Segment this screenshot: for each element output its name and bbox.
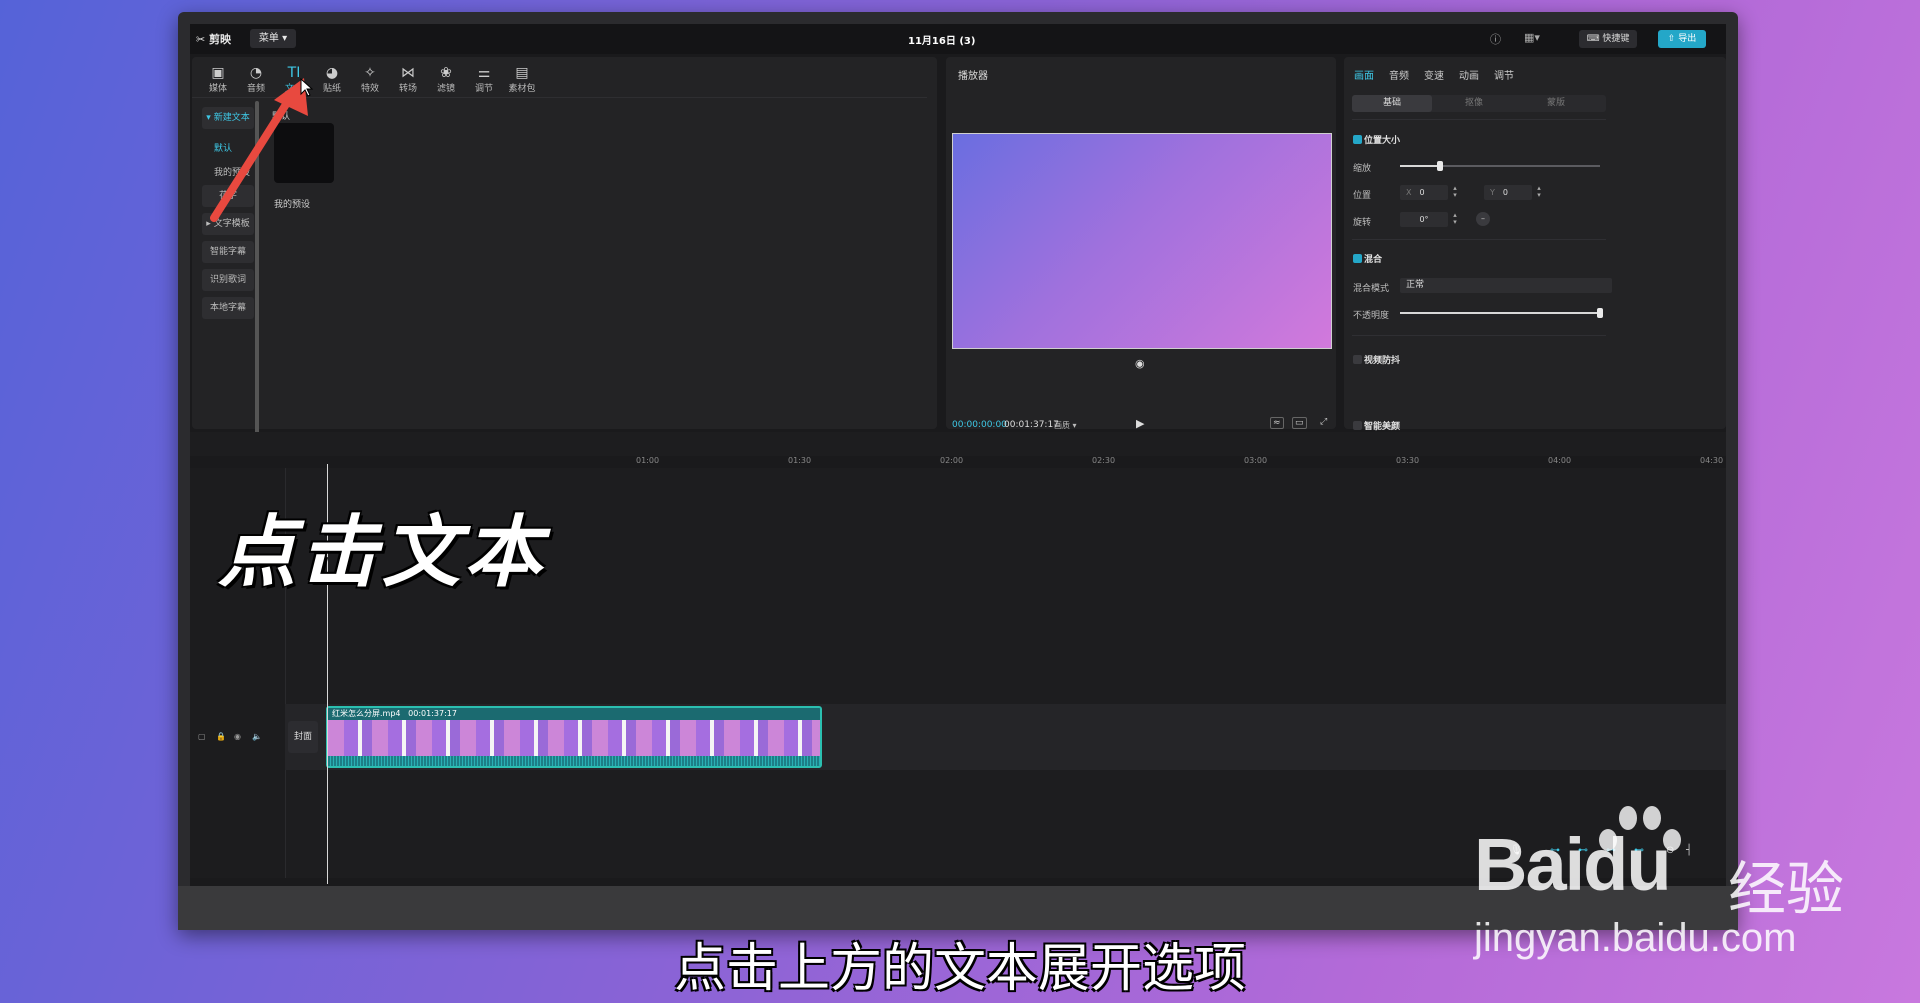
asset-pack-icon: ▤	[515, 65, 529, 81]
clip-header: 红米怎么分屏.mp4 00:01:37:17	[328, 708, 820, 720]
watermark-logo: Baidu	[1474, 823, 1672, 906]
position-y-stepper[interactable]: ▴ ▾	[1534, 185, 1544, 200]
inspector-divider	[1352, 119, 1606, 120]
inspector-tab[interactable]: 画面	[1354, 67, 1374, 82]
ruler-tick-label: 04:00	[1548, 456, 1572, 465]
blend-mode-label: 混合模式	[1353, 284, 1390, 294]
app-logo: ✂ 剪映	[196, 33, 232, 46]
tool-label: 特效	[360, 84, 379, 94]
opacity-slider-fill	[1400, 312, 1600, 314]
reset-icon[interactable]: ◉	[1135, 357, 1145, 370]
export-button[interactable]: ⇧ 导出	[1658, 30, 1706, 48]
overlay-title: 点击文本	[218, 508, 547, 598]
tool-label: 贴纸	[322, 84, 341, 94]
opacity-slider-knob[interactable]	[1597, 308, 1603, 318]
sidebar-lyrics[interactable]: 识别歌词	[202, 269, 254, 291]
opacity-label: 不透明度	[1353, 311, 1390, 321]
tool-asset-pack[interactable]: ▤ 素材包	[500, 65, 544, 94]
segment-tab[interactable]: 蒙版	[1516, 95, 1596, 112]
ruler-tick-label: 01:00	[636, 456, 660, 465]
inspector-tab[interactable]: 动画	[1459, 67, 1479, 82]
menu-button[interactable]: 菜单 ▾	[250, 29, 296, 48]
clip-frames	[328, 720, 820, 756]
tool-label: 调节	[474, 84, 493, 94]
ruler-tick-label: 01:30	[788, 456, 812, 465]
rotate-stepper[interactable]: ▴ ▾	[1450, 212, 1460, 227]
clip-waveform	[328, 756, 820, 766]
blend-mode-select[interactable]: 正常	[1400, 278, 1612, 293]
watermark-url: jingyan.baidu.com	[1474, 916, 1797, 960]
inspector-divider-2	[1352, 239, 1606, 240]
position-size-label: 位置大小	[1364, 136, 1401, 146]
layout-icon[interactable]: ▦▾	[1524, 31, 1540, 44]
ruler-tick-label: 02:00	[940, 456, 964, 465]
video-clip[interactable]: 红米怎么分屏.mp4 00:01:37:17	[326, 706, 822, 768]
stabilize-checkbox[interactable]	[1353, 355, 1362, 364]
blend-label: 混合	[1364, 255, 1383, 265]
fullscreen-icon[interactable]: ⤢	[1318, 417, 1329, 427]
ruler-tick-label: 03:00	[1244, 456, 1268, 465]
player-panel: 播放器 ◉ 00:00:00:00 00:01:37:17 画质 ▾ ▶ ≈ ▭…	[946, 57, 1336, 431]
stabilize-label: 视频防抖	[1364, 356, 1401, 366]
position-x-field[interactable]: X0	[1400, 185, 1448, 200]
position-size-checkbox[interactable]	[1353, 135, 1362, 144]
segment-tab[interactable]: 抠像	[1434, 95, 1514, 112]
video-preview[interactable]	[952, 133, 1332, 349]
help-icon[interactable]: ⓘ	[1490, 31, 1501, 47]
blend-checkbox[interactable]	[1353, 254, 1362, 263]
ruler-tick-label: 02:30	[1092, 456, 1116, 465]
tool-label: 素材包	[508, 84, 536, 94]
editor-window: ✂ 剪映 菜单 ▾ 11月16日 (3) ⓘ ▦▾ ⌨ 快捷键 ⇧ 导出 ▣ 媒体…	[190, 24, 1726, 886]
watermark-jingyan: 经验	[1728, 855, 1845, 923]
position-y-field[interactable]: Y0	[1484, 185, 1532, 200]
timeline-toolbar: ⬉ 🎙 ⊶ ⊷ ⊶ ⊷ ⊖ ┤	[190, 432, 1726, 856]
beautify-label: 智能美颜	[1364, 422, 1401, 432]
shortcut-button[interactable]: ⌨ 快捷键	[1579, 30, 1637, 48]
position-label: 位置	[1353, 191, 1372, 201]
beautify-checkbox[interactable]	[1353, 421, 1362, 430]
ruler-tick-label: 04:30	[1700, 456, 1724, 465]
mouse-cursor-icon	[300, 78, 314, 97]
inspector-panel: 画面 音频 变速 动画 调节 基础 抠像 蒙版 位置大小 缩放 位置 X0 ▴ ▾ Y0 ▴ ▾…	[1344, 57, 1726, 432]
ruler-tick-label: 03:30	[1396, 456, 1420, 465]
inspector-divider-3	[1352, 335, 1606, 336]
title-bar: ✂ 剪映 菜单 ▾ 11月16日 (3) ⓘ ▦▾ ⌨ 快捷键 ⇧ 导出	[190, 24, 1726, 54]
scale-label: 缩放	[1353, 164, 1372, 174]
eye-icon[interactable]: ◉	[234, 732, 241, 741]
scale-slider-fill	[1400, 165, 1440, 167]
inspector-tab[interactable]: 音频	[1389, 67, 1409, 82]
rotate-field[interactable]: 0°	[1400, 212, 1448, 227]
track-toggle-icon[interactable]: ▢	[198, 732, 206, 741]
tool-label: 转场	[398, 84, 417, 94]
sidebar-smart-subtitles[interactable]: 智能字幕	[202, 241, 254, 263]
segment-tab[interactable]: 基础	[1352, 95, 1432, 112]
rotate-label: 旋转	[1353, 218, 1372, 228]
timeline-ruler[interactable]: 01:00 01:30 02:00 02:30 03:00 03:30 04:00 04:30	[190, 456, 1726, 468]
cover-button[interactable]: 封面	[288, 721, 318, 753]
player-title: 播放器	[958, 71, 988, 82]
position-x-stepper[interactable]: ▴ ▾	[1450, 185, 1460, 200]
inspector-tab[interactable]: 变速	[1424, 67, 1444, 82]
inspector-tab[interactable]: 调节	[1494, 67, 1514, 82]
lock-icon[interactable]: 🔒	[216, 732, 226, 741]
current-time: 00:00:00:00	[952, 420, 1007, 430]
scale-slider-knob[interactable]	[1437, 161, 1443, 171]
play-icon[interactable]: ▶	[1136, 417, 1144, 430]
quality-dropdown[interactable]: 画质 ▾	[1054, 420, 1077, 431]
tool-label: 滤镜	[436, 84, 455, 94]
rotate-dial-icon[interactable]: –	[1476, 212, 1490, 226]
total-time: 00:01:37:17	[1004, 420, 1059, 430]
speaker-icon[interactable]: 🔈	[252, 732, 262, 741]
project-title: 11月16日 (3)	[908, 36, 976, 47]
sidebar-local-subtitles[interactable]: 本地字幕	[202, 297, 254, 319]
waveform-icon[interactable]: ≈	[1270, 417, 1284, 429]
ratio-icon[interactable]: ▭	[1292, 417, 1307, 429]
